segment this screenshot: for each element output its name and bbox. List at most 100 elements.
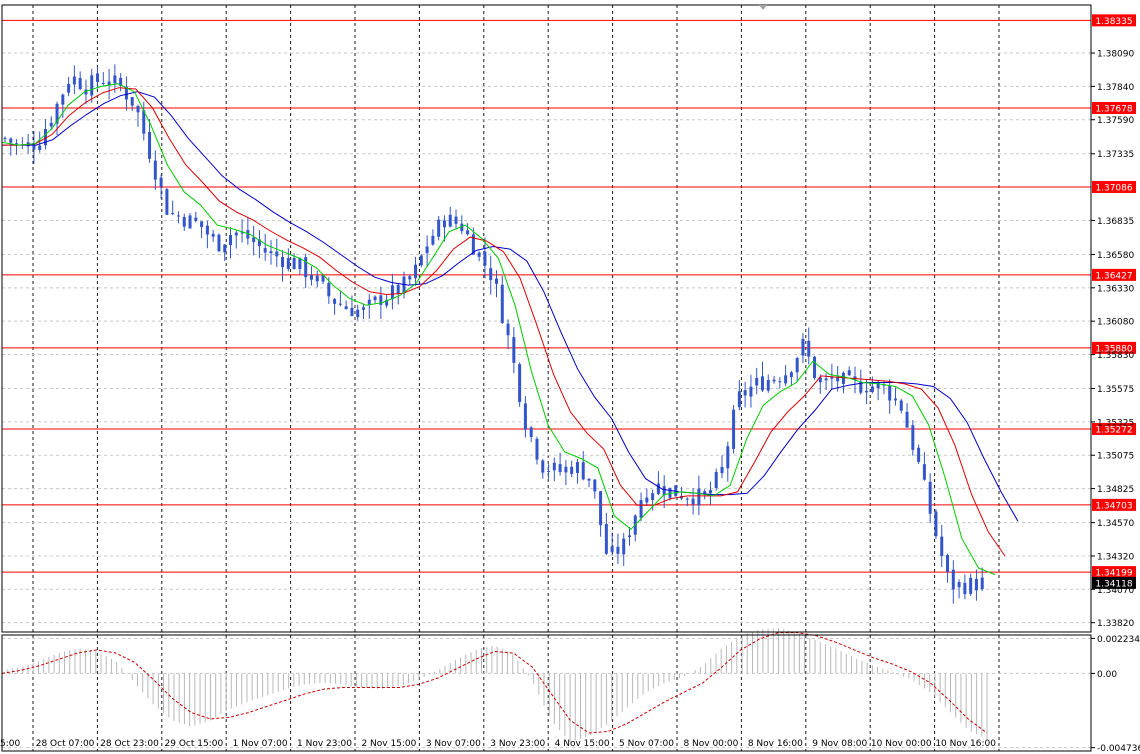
candle-body (67, 83, 71, 93)
candle-body (622, 538, 626, 555)
candle-body (547, 470, 551, 472)
candle-body (957, 582, 961, 588)
candle-body (564, 466, 568, 473)
candle-body (529, 427, 533, 438)
candle-body (726, 446, 730, 469)
candle-body (685, 498, 689, 500)
candle-body (49, 122, 53, 127)
candle-body (720, 466, 724, 474)
candle-body (90, 75, 94, 96)
candle-body (847, 370, 851, 376)
candle-body (350, 307, 354, 316)
time-tick-label: 29 Oct 15:00 (165, 739, 224, 749)
candle-body (755, 377, 759, 386)
time-tick-label: 5 Nov 07:00 (619, 739, 674, 749)
candle-body (899, 400, 903, 411)
candle-body (570, 466, 574, 474)
price-tick-label: 1.34320 (1097, 552, 1134, 562)
level-price-label: 1.37086 (1095, 183, 1132, 193)
price-axis: 1.383351.376781.370861.364271.358801.352… (1091, 14, 1140, 754)
candle-body (286, 258, 290, 269)
price-tick-label: 1.37840 (1097, 83, 1134, 93)
time-tick-label: 5:00 (0, 739, 20, 749)
chart-background (0, 0, 1140, 754)
candle-body (760, 376, 764, 391)
candle-body (801, 338, 805, 356)
candle-body (824, 378, 828, 381)
candle-body (252, 237, 256, 243)
forex-chart: 1.383351.376781.370861.364271.358801.352… (0, 0, 1140, 754)
candle-body (338, 303, 342, 305)
price-tick-label: 1.37590 (1097, 116, 1134, 126)
price-tick-label: 1.36080 (1097, 318, 1134, 328)
candle-body (223, 244, 227, 253)
candle-body (229, 234, 233, 246)
candle-body (78, 78, 82, 90)
candle-body (136, 105, 140, 113)
candle-body (327, 282, 331, 297)
candle-body (575, 461, 579, 473)
candle-body (72, 76, 76, 85)
candle-body (737, 391, 741, 408)
price-tick-label: 1.35075 (1097, 452, 1134, 462)
candle-body (969, 577, 973, 594)
candle-body (645, 497, 649, 503)
candle-body (922, 464, 926, 480)
price-tick-label: 1.35830 (1097, 351, 1134, 361)
candle-body (309, 275, 313, 280)
candle-body (425, 246, 429, 254)
candle-body (714, 472, 718, 489)
candle-body (651, 493, 655, 501)
candle-body (373, 296, 377, 301)
candle-body (784, 375, 788, 384)
candle-body (523, 403, 527, 430)
candle-body (772, 379, 776, 382)
candle-body (414, 264, 418, 279)
candle-body (200, 221, 204, 227)
time-tick-label: 2 Nov 15:00 (361, 739, 416, 749)
candle-body (708, 490, 712, 494)
time-tick-label: 1 Nov 07:00 (233, 739, 288, 749)
candle-body (344, 306, 348, 310)
candle-body (176, 215, 180, 217)
price-tick-label: 1.34570 (1097, 519, 1134, 529)
candle-body (940, 536, 944, 556)
candle-body (668, 487, 672, 498)
candle-body (159, 177, 163, 187)
candle-body (518, 364, 522, 403)
candle-body (558, 464, 562, 473)
candle-body (269, 251, 273, 254)
candle-body (593, 479, 597, 492)
candle-body (934, 511, 938, 537)
candle-body (188, 215, 192, 229)
candle-body (604, 524, 608, 554)
time-tick-label: 3 Nov 23:00 (490, 739, 545, 749)
candle-body (101, 83, 105, 85)
price-tick-label: 1.35325 (1097, 418, 1134, 428)
price-tick-label: 1.33820 (1097, 619, 1134, 629)
time-tick-label: 28 Oct 07:00 (36, 739, 95, 749)
time-tick-label: 1 Nov 23:00 (297, 739, 352, 749)
candle-body (489, 268, 493, 280)
candle-body (437, 219, 441, 237)
candle-body (813, 356, 817, 379)
current-price-label: 1.34118 (1095, 579, 1132, 589)
oscillator-tick-label: -0.004736 (1097, 744, 1140, 754)
candle-body (275, 251, 279, 257)
candle-body (581, 462, 585, 480)
candle-body (749, 386, 753, 397)
candle-body (477, 252, 481, 257)
candle-body (778, 381, 782, 383)
candle-body (541, 460, 545, 473)
candle-body (795, 358, 799, 373)
level-price-label: 1.38335 (1095, 17, 1132, 27)
candle-body (211, 233, 215, 237)
candle-body (587, 478, 591, 481)
candle-body (500, 284, 504, 323)
oscillator-tick-label: 0.002234 (1097, 635, 1140, 645)
candle-body (153, 160, 157, 180)
time-tick-label: 8 Nov 00:00 (683, 739, 738, 749)
price-tick-label: 1.37335 (1097, 150, 1134, 160)
level-price-label: 1.34703 (1095, 501, 1132, 511)
candle-body (281, 257, 285, 268)
